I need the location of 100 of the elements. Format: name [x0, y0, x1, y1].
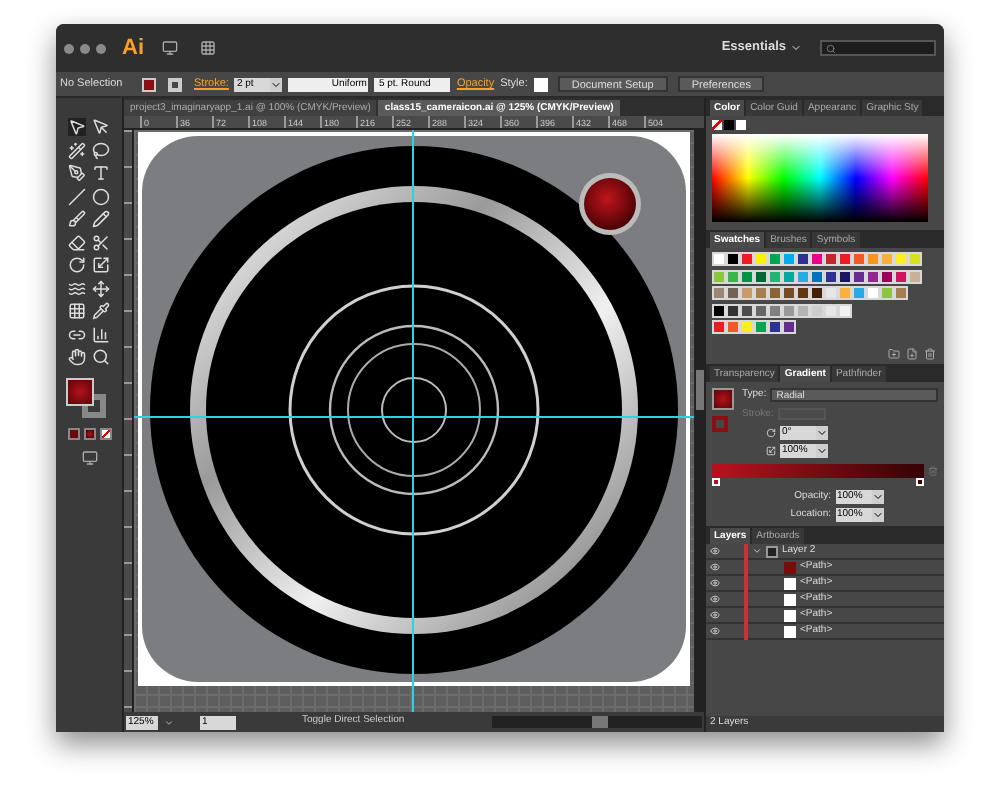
color-swatch[interactable]	[810, 252, 824, 266]
color-swatch[interactable]	[768, 252, 782, 266]
pen-icon[interactable]	[68, 164, 86, 182]
color-swatch[interactable]	[740, 252, 754, 266]
color-swatch[interactable]	[796, 286, 810, 300]
scissors-icon[interactable]	[92, 233, 110, 251]
color-swatch[interactable]	[782, 320, 796, 334]
hand-icon[interactable]	[68, 348, 86, 366]
brush-icon[interactable]	[68, 210, 86, 228]
color-swatch[interactable]	[768, 269, 782, 283]
color-swatch[interactable]	[852, 252, 866, 266]
dropdown-icon[interactable]	[270, 77, 283, 91]
zoom-button[interactable]	[96, 43, 106, 53]
color-swatch[interactable]	[880, 252, 894, 266]
style-swatch[interactable]	[533, 77, 548, 91]
color-swatch[interactable]	[838, 286, 852, 300]
pointer-icon[interactable]	[92, 118, 110, 136]
color-swatch[interactable]	[740, 303, 754, 317]
color-swatch[interactable]	[754, 303, 768, 317]
color-swatch[interactable]	[894, 286, 908, 300]
gradient-stop[interactable]	[712, 478, 720, 486]
fill-swatch[interactable]	[142, 77, 156, 91]
scale-icon[interactable]	[92, 256, 110, 274]
color-swatch[interactable]	[824, 303, 838, 317]
search-field[interactable]	[820, 40, 936, 56]
arrange-icon[interactable]	[200, 40, 216, 56]
color-swatch[interactable]	[866, 269, 880, 283]
warp-icon[interactable]	[68, 279, 86, 297]
dropdown-icon[interactable]	[816, 426, 828, 440]
color-mode-button[interactable]	[67, 428, 79, 440]
color-swatch[interactable]	[726, 252, 740, 266]
color-swatch[interactable]	[866, 286, 880, 300]
color-swatch[interactable]	[838, 252, 852, 266]
color-swatch[interactable]	[754, 286, 768, 300]
mesh-icon[interactable]	[68, 302, 86, 320]
graph-icon[interactable]	[92, 325, 110, 343]
line-icon[interactable]	[68, 187, 86, 205]
visibility-icon[interactable]	[710, 546, 720, 556]
color-swatch[interactable]	[782, 252, 796, 266]
color-swatch[interactable]	[852, 269, 866, 283]
color-swatch[interactable]	[810, 286, 824, 300]
close-button[interactable]	[64, 43, 74, 53]
fill-color-box[interactable]	[65, 378, 93, 406]
none-swatch[interactable]	[712, 120, 722, 130]
color-swatch[interactable]	[824, 286, 838, 300]
color-swatch[interactable]	[726, 286, 740, 300]
color-swatch[interactable]	[796, 252, 810, 266]
color-swatch[interactable]	[740, 286, 754, 300]
lasso-icon[interactable]	[92, 141, 110, 159]
visibility-icon[interactable]	[710, 578, 720, 588]
color-swatch[interactable]	[908, 252, 922, 266]
color-swatch[interactable]	[726, 303, 740, 317]
delete-icon[interactable]	[924, 348, 936, 360]
color-swatch[interactable]	[768, 286, 782, 300]
type-icon[interactable]	[92, 164, 110, 182]
color-swatch[interactable]	[824, 269, 838, 283]
color-swatch[interactable]	[754, 252, 768, 266]
visibility-icon[interactable]	[710, 594, 720, 604]
gradient-stroke-swatch[interactable]	[712, 416, 728, 432]
color-swatch[interactable]	[754, 269, 768, 283]
visibility-icon[interactable]	[710, 562, 720, 572]
color-swatch[interactable]	[824, 252, 838, 266]
color-swatch[interactable]	[754, 320, 768, 334]
color-swatch[interactable]	[782, 303, 796, 317]
zoom-icon[interactable]	[92, 348, 110, 366]
none-mode-button[interactable]	[99, 428, 111, 440]
eraser-icon[interactable]	[68, 233, 86, 251]
color-swatch[interactable]	[866, 252, 880, 266]
pencil-icon[interactable]	[92, 210, 110, 228]
color-swatch[interactable]	[726, 320, 740, 334]
color-swatch[interactable]	[726, 269, 740, 283]
color-swatch[interactable]	[880, 286, 894, 300]
color-spectrum[interactable]	[712, 134, 928, 222]
color-swatch[interactable]	[740, 269, 754, 283]
arrow-pointer-icon[interactable]	[68, 118, 86, 136]
default-stroke-swatch[interactable]	[736, 120, 746, 130]
new-group-icon[interactable]	[888, 348, 900, 360]
ellipse-icon[interactable]	[92, 187, 110, 205]
color-swatch[interactable]	[740, 320, 754, 334]
magic-wand-icon[interactable]	[68, 141, 86, 159]
color-swatch[interactable]	[782, 286, 796, 300]
horizontal-scrollbar[interactable]	[492, 716, 702, 728]
gradient-fill-swatch[interactable]	[712, 388, 734, 410]
move-icon[interactable]	[92, 279, 110, 297]
default-fill-swatch[interactable]	[724, 120, 734, 130]
color-swatch[interactable]	[712, 269, 726, 283]
color-swatch[interactable]	[894, 269, 908, 283]
dropdown-icon[interactable]	[816, 444, 828, 458]
color-swatch[interactable]	[796, 303, 810, 317]
gradient-mode-button[interactable]	[83, 428, 95, 440]
gradient-stop[interactable]	[916, 478, 924, 486]
color-swatch[interactable]	[768, 303, 782, 317]
minimize-button[interactable]	[80, 43, 90, 53]
color-swatch[interactable]	[712, 252, 726, 266]
color-swatch[interactable]	[768, 320, 782, 334]
visibility-icon[interactable]	[710, 626, 720, 636]
color-swatch[interactable]	[908, 269, 922, 283]
eyedropper-icon[interactable]	[92, 302, 110, 320]
stroke-swatch[interactable]	[168, 77, 182, 91]
color-swatch[interactable]	[810, 303, 824, 317]
